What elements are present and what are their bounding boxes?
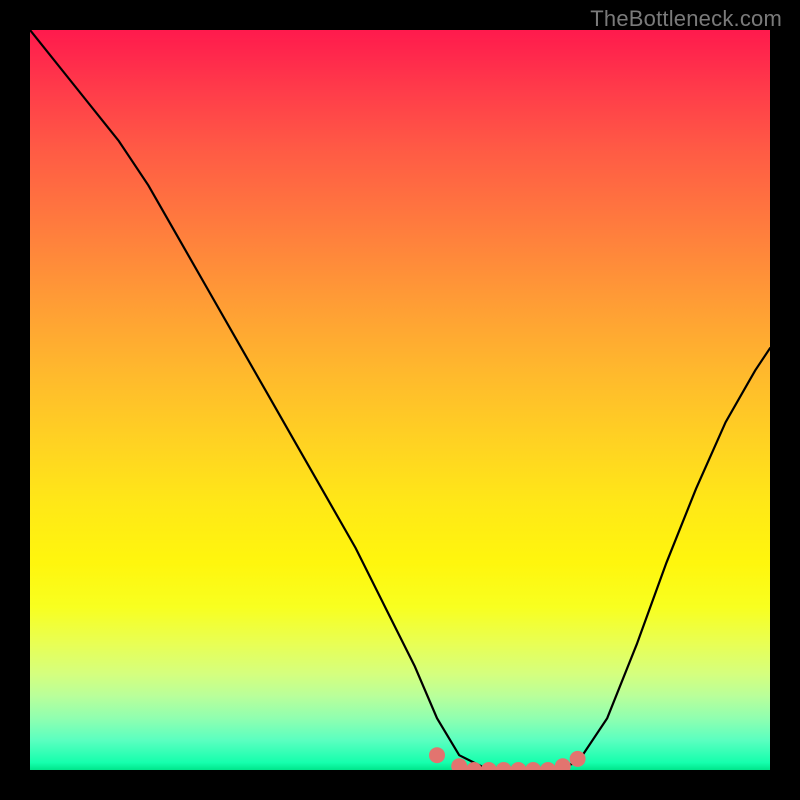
- valley-marker: [496, 762, 512, 770]
- valley-marker: [451, 758, 467, 770]
- curve-layer: [30, 30, 770, 770]
- valley-marker: [570, 751, 586, 767]
- valley-marker: [540, 762, 556, 770]
- valley-marker: [510, 762, 526, 770]
- watermark-text: TheBottleneck.com: [590, 6, 782, 32]
- valley-markers-group: [429, 747, 586, 770]
- chart-frame: TheBottleneck.com: [0, 0, 800, 800]
- valley-marker: [555, 758, 571, 770]
- valley-marker: [429, 747, 445, 763]
- valley-marker: [525, 762, 541, 770]
- bottleneck-curve: [30, 30, 770, 770]
- plot-area: [30, 30, 770, 770]
- valley-marker: [466, 762, 482, 770]
- valley-marker: [481, 762, 497, 770]
